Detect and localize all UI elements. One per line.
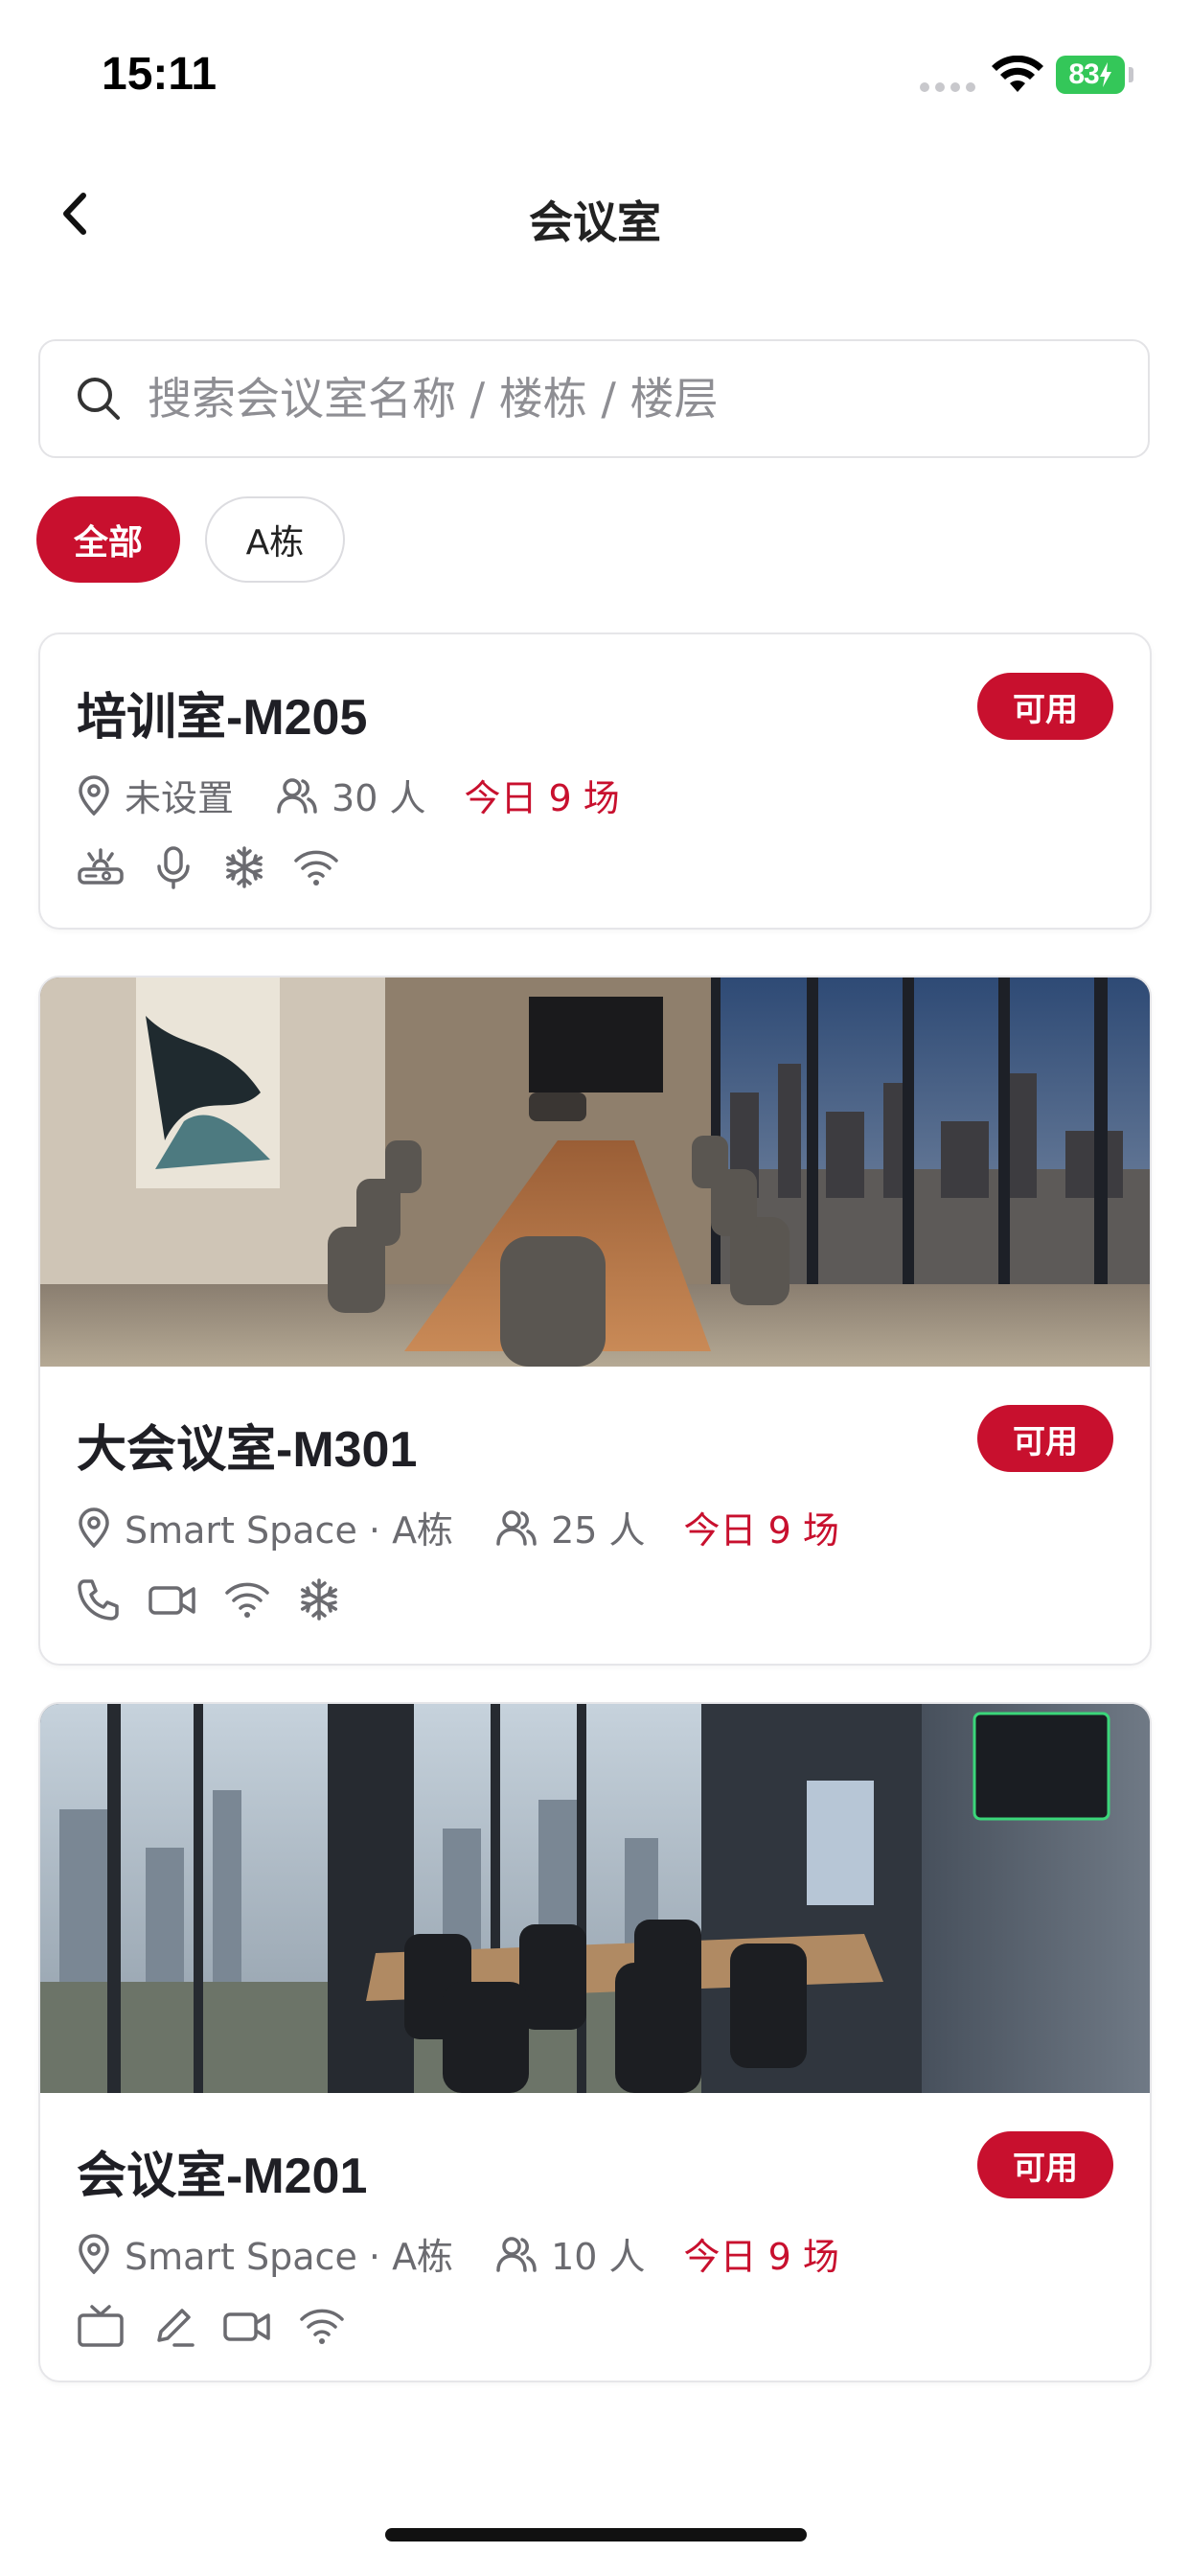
status-time: 15:11 bbox=[102, 49, 217, 100]
meeting-room-photo bbox=[40, 1704, 1150, 2093]
battery-tip bbox=[1129, 67, 1133, 82]
room-name: 培训室-M205 bbox=[77, 690, 368, 746]
video-camera-icon bbox=[149, 1586, 195, 1615]
location-pin-icon bbox=[79, 1506, 109, 1548]
room-location: Smart Space · A栋 bbox=[125, 2236, 454, 2278]
room-location: 未设置 bbox=[125, 777, 235, 819]
room-capacity: 25 人 bbox=[551, 1509, 646, 1552]
air-conditioner-icon bbox=[300, 1578, 338, 1621]
battery-level: 83 bbox=[1068, 58, 1099, 90]
wifi-icon bbox=[300, 2309, 344, 2344]
conference-room-photo bbox=[40, 978, 1150, 1367]
room-name: 会议室-M201 bbox=[77, 2149, 368, 2204]
today-bookings: 今日 9 场 bbox=[683, 1509, 839, 1552]
amenity-list bbox=[77, 845, 339, 889]
room-meta: Smart Space · A栋 10 人 今日 9 场 bbox=[77, 2227, 839, 2280]
page-title: 会议室 bbox=[529, 196, 661, 248]
tv-icon bbox=[78, 2305, 124, 2347]
whiteboard-pen-icon bbox=[157, 2309, 195, 2347]
filter-chips: 全部 A栋 bbox=[36, 496, 345, 583]
room-card-body: 会议室-M201 可用 Smart Space · A栋 10 人 今日 9 场 bbox=[40, 2093, 1150, 2380]
room-meta: Smart Space · A栋 25 人 今日 9 场 bbox=[77, 1501, 839, 1553]
air-conditioner-icon bbox=[225, 846, 263, 888]
location-pin-icon bbox=[79, 2233, 109, 2274]
people-icon bbox=[496, 2236, 537, 2272]
filter-chip-building-a[interactable]: A栋 bbox=[205, 496, 345, 583]
charging-bolt-icon bbox=[1099, 62, 1111, 87]
video-camera-icon bbox=[223, 2312, 270, 2341]
projector-icon bbox=[78, 848, 124, 885]
location-pin-icon bbox=[79, 774, 109, 816]
room-photo bbox=[40, 1704, 1150, 2093]
status-badge: 可用 bbox=[977, 1405, 1113, 1472]
microphone-icon bbox=[157, 846, 190, 889]
room-card-body: 大会议室-M301 可用 Smart Space · A栋 25 人 今日 9 … bbox=[40, 1367, 1150, 1664]
cellular-signal-icon bbox=[920, 82, 975, 92]
today-bookings: 今日 9 场 bbox=[464, 777, 620, 819]
amenity-list bbox=[77, 2304, 345, 2348]
wifi-icon bbox=[225, 1582, 269, 1618]
status-badge: 可用 bbox=[977, 673, 1113, 740]
navigation-bar: 会议室 bbox=[0, 172, 1190, 259]
today-bookings: 今日 9 场 bbox=[683, 2236, 839, 2278]
room-card-body: 培训室-M205 可用 未设置 30 人 今日 9 场 bbox=[40, 634, 1150, 928]
phone-icon bbox=[78, 1579, 119, 1621]
search-bar[interactable] bbox=[38, 339, 1150, 458]
room-location: Smart Space · A栋 bbox=[125, 1509, 454, 1552]
people-icon bbox=[496, 1509, 537, 1546]
home-indicator bbox=[385, 2528, 807, 2542]
room-capacity: 10 人 bbox=[551, 2236, 646, 2278]
room-name: 大会议室-M301 bbox=[77, 1422, 418, 1478]
battery-icon: 83 bbox=[1056, 56, 1125, 94]
room-capacity: 30 人 bbox=[332, 777, 426, 819]
wifi-status-icon bbox=[992, 56, 1043, 92]
room-card[interactable]: 大会议室-M301 可用 Smart Space · A栋 25 人 今日 9 … bbox=[38, 976, 1152, 1666]
search-icon bbox=[78, 378, 120, 420]
status-badge: 可用 bbox=[977, 2131, 1113, 2198]
amenity-list bbox=[77, 1577, 341, 1622]
room-photo bbox=[40, 978, 1150, 1367]
status-bar: 15:11 83 bbox=[0, 0, 1190, 144]
room-meta: 未设置 30 人 今日 9 场 bbox=[77, 769, 620, 821]
wifi-icon bbox=[294, 850, 338, 886]
filter-chip-all[interactable]: 全部 bbox=[36, 496, 180, 583]
people-icon bbox=[277, 777, 317, 814]
room-card[interactable]: 培训室-M205 可用 未设置 30 人 今日 9 场 bbox=[38, 632, 1152, 930]
search-input[interactable] bbox=[146, 372, 1108, 426]
room-card[interactable]: 会议室-M201 可用 Smart Space · A栋 10 人 今日 9 场 bbox=[38, 1702, 1152, 2382]
